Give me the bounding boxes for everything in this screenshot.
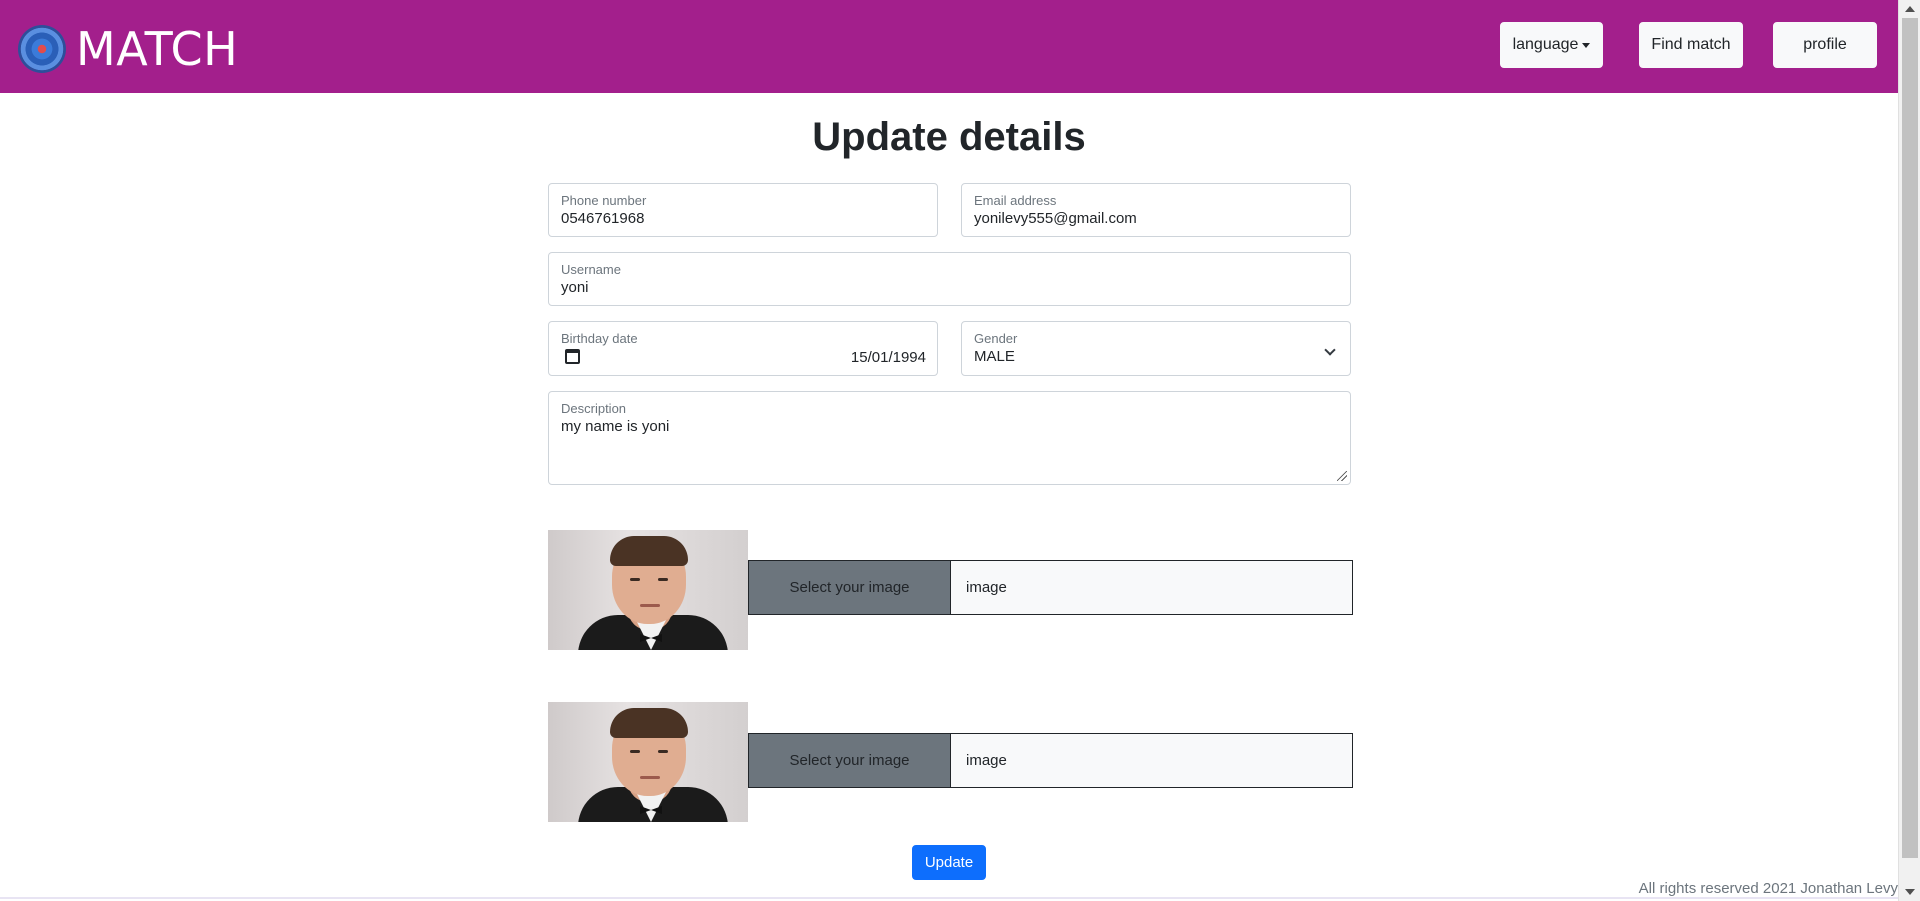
update-button[interactable]: Update: [912, 845, 986, 880]
scroll-down-icon[interactable]: [1905, 889, 1915, 895]
description-value: my name is yoni: [561, 418, 670, 435]
select-image-button[interactable]: Select your image: [748, 560, 950, 615]
phone-field[interactable]: Phone number 0546761968: [548, 183, 938, 237]
scroll-up-icon[interactable]: [1905, 6, 1915, 12]
select-image-button[interactable]: Select your image: [748, 733, 950, 788]
page-scrollbar[interactable]: [1898, 0, 1920, 901]
top-navbar: MATCH language Find match profile: [0, 0, 1898, 93]
chevron-down-icon: [1324, 344, 1336, 356]
profile-photo-1: [548, 530, 748, 650]
description-textarea[interactable]: Description my name is yoni: [548, 391, 1351, 485]
phone-label: Phone number: [561, 193, 647, 208]
profile-label: profile: [1803, 36, 1847, 53]
description-label: Description: [561, 401, 627, 416]
language-label: language: [1512, 36, 1579, 53]
resize-grip-icon[interactable]: [1337, 471, 1347, 481]
logo-icon: [18, 25, 66, 73]
profile-photo-2: [548, 702, 748, 822]
username-field[interactable]: Username yoni: [548, 252, 1351, 306]
image-file-name[interactable]: image: [950, 560, 1353, 615]
footer-divider: [0, 897, 1898, 899]
email-field[interactable]: Email address yonilevy555@gmail.com: [961, 183, 1351, 237]
gender-value: MALE: [974, 348, 1015, 365]
phone-value: 0546761968: [561, 210, 645, 227]
find-match-label: Find match: [1651, 36, 1731, 53]
email-label: Email address: [974, 193, 1057, 208]
page-title: Update details: [812, 115, 1086, 159]
caret-down-icon: [1582, 42, 1591, 48]
image-file-name[interactable]: image: [950, 733, 1353, 788]
profile-button[interactable]: profile: [1773, 22, 1877, 68]
brand[interactable]: MATCH: [18, 22, 238, 76]
scrollbar-thumb[interactable]: [1902, 18, 1918, 858]
brand-name: MATCH: [76, 22, 239, 76]
language-dropdown-button[interactable]: language: [1500, 22, 1603, 68]
username-value: yoni: [561, 279, 589, 296]
gender-select[interactable]: Gender MALE: [961, 321, 1351, 376]
email-value: yonilevy555@gmail.com: [974, 210, 1137, 227]
birthday-label: Birthday date: [561, 331, 638, 346]
footer-copyright: All rights reserved 2021 Jonathan Levy: [1638, 880, 1898, 897]
birthday-value: 15/01/1994: [850, 349, 926, 366]
find-match-button[interactable]: Find match: [1639, 22, 1743, 68]
calendar-icon[interactable]: [565, 349, 580, 364]
birthday-field[interactable]: Birthday date 15/01/1994: [548, 321, 938, 376]
gender-label: Gender: [974, 331, 1018, 346]
username-label: Username: [561, 262, 621, 277]
